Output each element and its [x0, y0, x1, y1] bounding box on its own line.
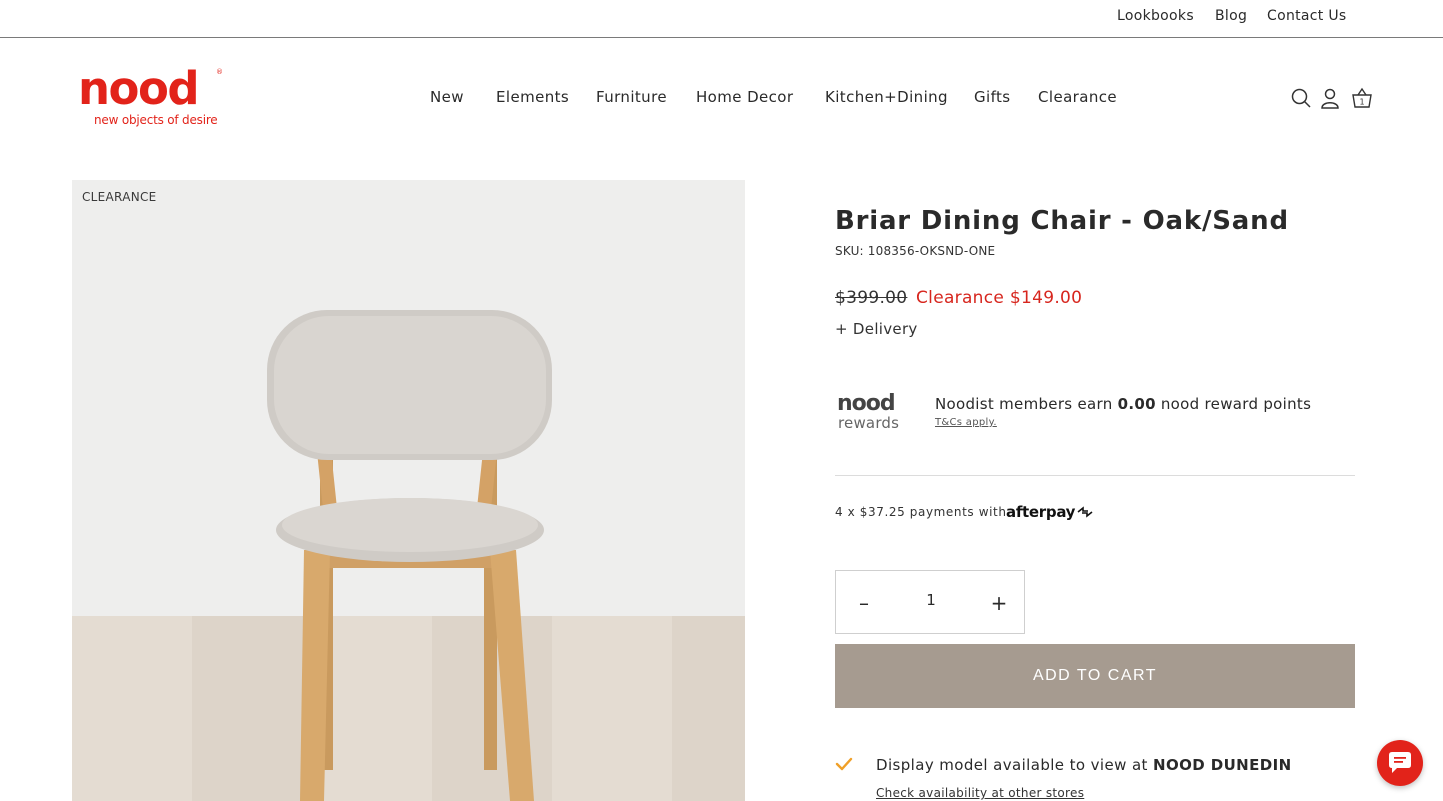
- rewards-terms-link[interactable]: T&Cs apply.: [935, 417, 997, 428]
- topbar-link-lookbooks[interactable]: Lookbooks: [1117, 8, 1194, 24]
- cart-icon[interactable]: 1: [1350, 86, 1374, 110]
- rewards-logo-bottom: rewards: [838, 414, 900, 432]
- add-to-cart-button[interactable]: ADD TO CART: [835, 644, 1355, 708]
- logo-tagline: new objects of desire: [94, 113, 218, 127]
- rewards-logo-top: nood: [837, 391, 896, 416]
- quantity-input[interactable]: 1: [916, 591, 946, 609]
- product-image[interactable]: CLEARANCE: [72, 180, 745, 801]
- quantity-stepper: – 1 +: [835, 570, 1025, 634]
- nood-rewards-logo: nood rewards: [837, 392, 912, 434]
- nav-item-kitchen-dining[interactable]: Kitchen+Dining: [825, 88, 948, 106]
- product-sku: SKU: 108356-OKSND-ONE: [835, 244, 996, 258]
- chat-icon: [1389, 752, 1411, 773]
- afterpay-logo[interactable]: afterpay: [1006, 503, 1094, 521]
- rewards-points: 0.00: [1117, 395, 1156, 413]
- cart-count: 1: [1359, 98, 1364, 107]
- nav-item-new[interactable]: New: [430, 88, 464, 106]
- checkmark-icon: [835, 756, 853, 772]
- rewards-prefix: Noodist members earn: [935, 395, 1118, 413]
- account-icon[interactable]: [1318, 86, 1342, 110]
- quantity-decrease-button[interactable]: –: [850, 589, 878, 617]
- afterpay-arrows-icon: [1077, 506, 1093, 518]
- topbar-link-blog[interactable]: Blog: [1215, 8, 1247, 24]
- logo-wordmark: nood: [78, 62, 200, 115]
- nav-item-elements[interactable]: Elements: [496, 88, 569, 106]
- topbar-link-contact[interactable]: Contact Us: [1267, 8, 1346, 24]
- rewards-suffix: nood reward points: [1155, 395, 1312, 413]
- chair-illustration: [267, 310, 552, 801]
- nav-item-furniture[interactable]: Furniture: [596, 88, 667, 106]
- display-model-prefix: Display model available to view at: [876, 756, 1153, 774]
- nav-item-gifts[interactable]: Gifts: [974, 88, 1011, 106]
- check-availability-link[interactable]: Check availability at other stores: [876, 786, 1084, 800]
- display-model-text: Display model available to view at NOOD …: [876, 756, 1292, 774]
- quantity-increase-button[interactable]: +: [985, 589, 1013, 617]
- clearance-badge: CLEARANCE: [82, 190, 157, 204]
- logo-registered-mark: ®: [216, 68, 223, 76]
- utility-bar: Lookbooks Blog Contact Us: [0, 0, 1443, 38]
- nav-item-clearance[interactable]: Clearance: [1038, 88, 1117, 106]
- search-icon[interactable]: [1289, 86, 1313, 110]
- delivery-note: + Delivery: [835, 320, 918, 338]
- afterpay-brand: afterpay: [1006, 503, 1076, 521]
- display-model-store: NOOD DUNEDIN: [1152, 756, 1292, 774]
- section-divider: [835, 475, 1355, 476]
- chat-button[interactable]: [1377, 740, 1423, 786]
- rewards-message: Noodist members earn 0.00 nood reward po…: [935, 395, 1311, 413]
- afterpay-text: 4 x $37.25 payments with: [835, 505, 1007, 519]
- product-title: Briar Dining Chair - Oak/Sand: [835, 206, 1289, 236]
- original-price: $399.00: [835, 288, 908, 308]
- nav-item-home-decor[interactable]: Home Decor: [696, 88, 793, 106]
- sale-price: Clearance $149.00: [916, 288, 1083, 308]
- brand-logo[interactable]: nood ® new objects of desire: [78, 66, 228, 132]
